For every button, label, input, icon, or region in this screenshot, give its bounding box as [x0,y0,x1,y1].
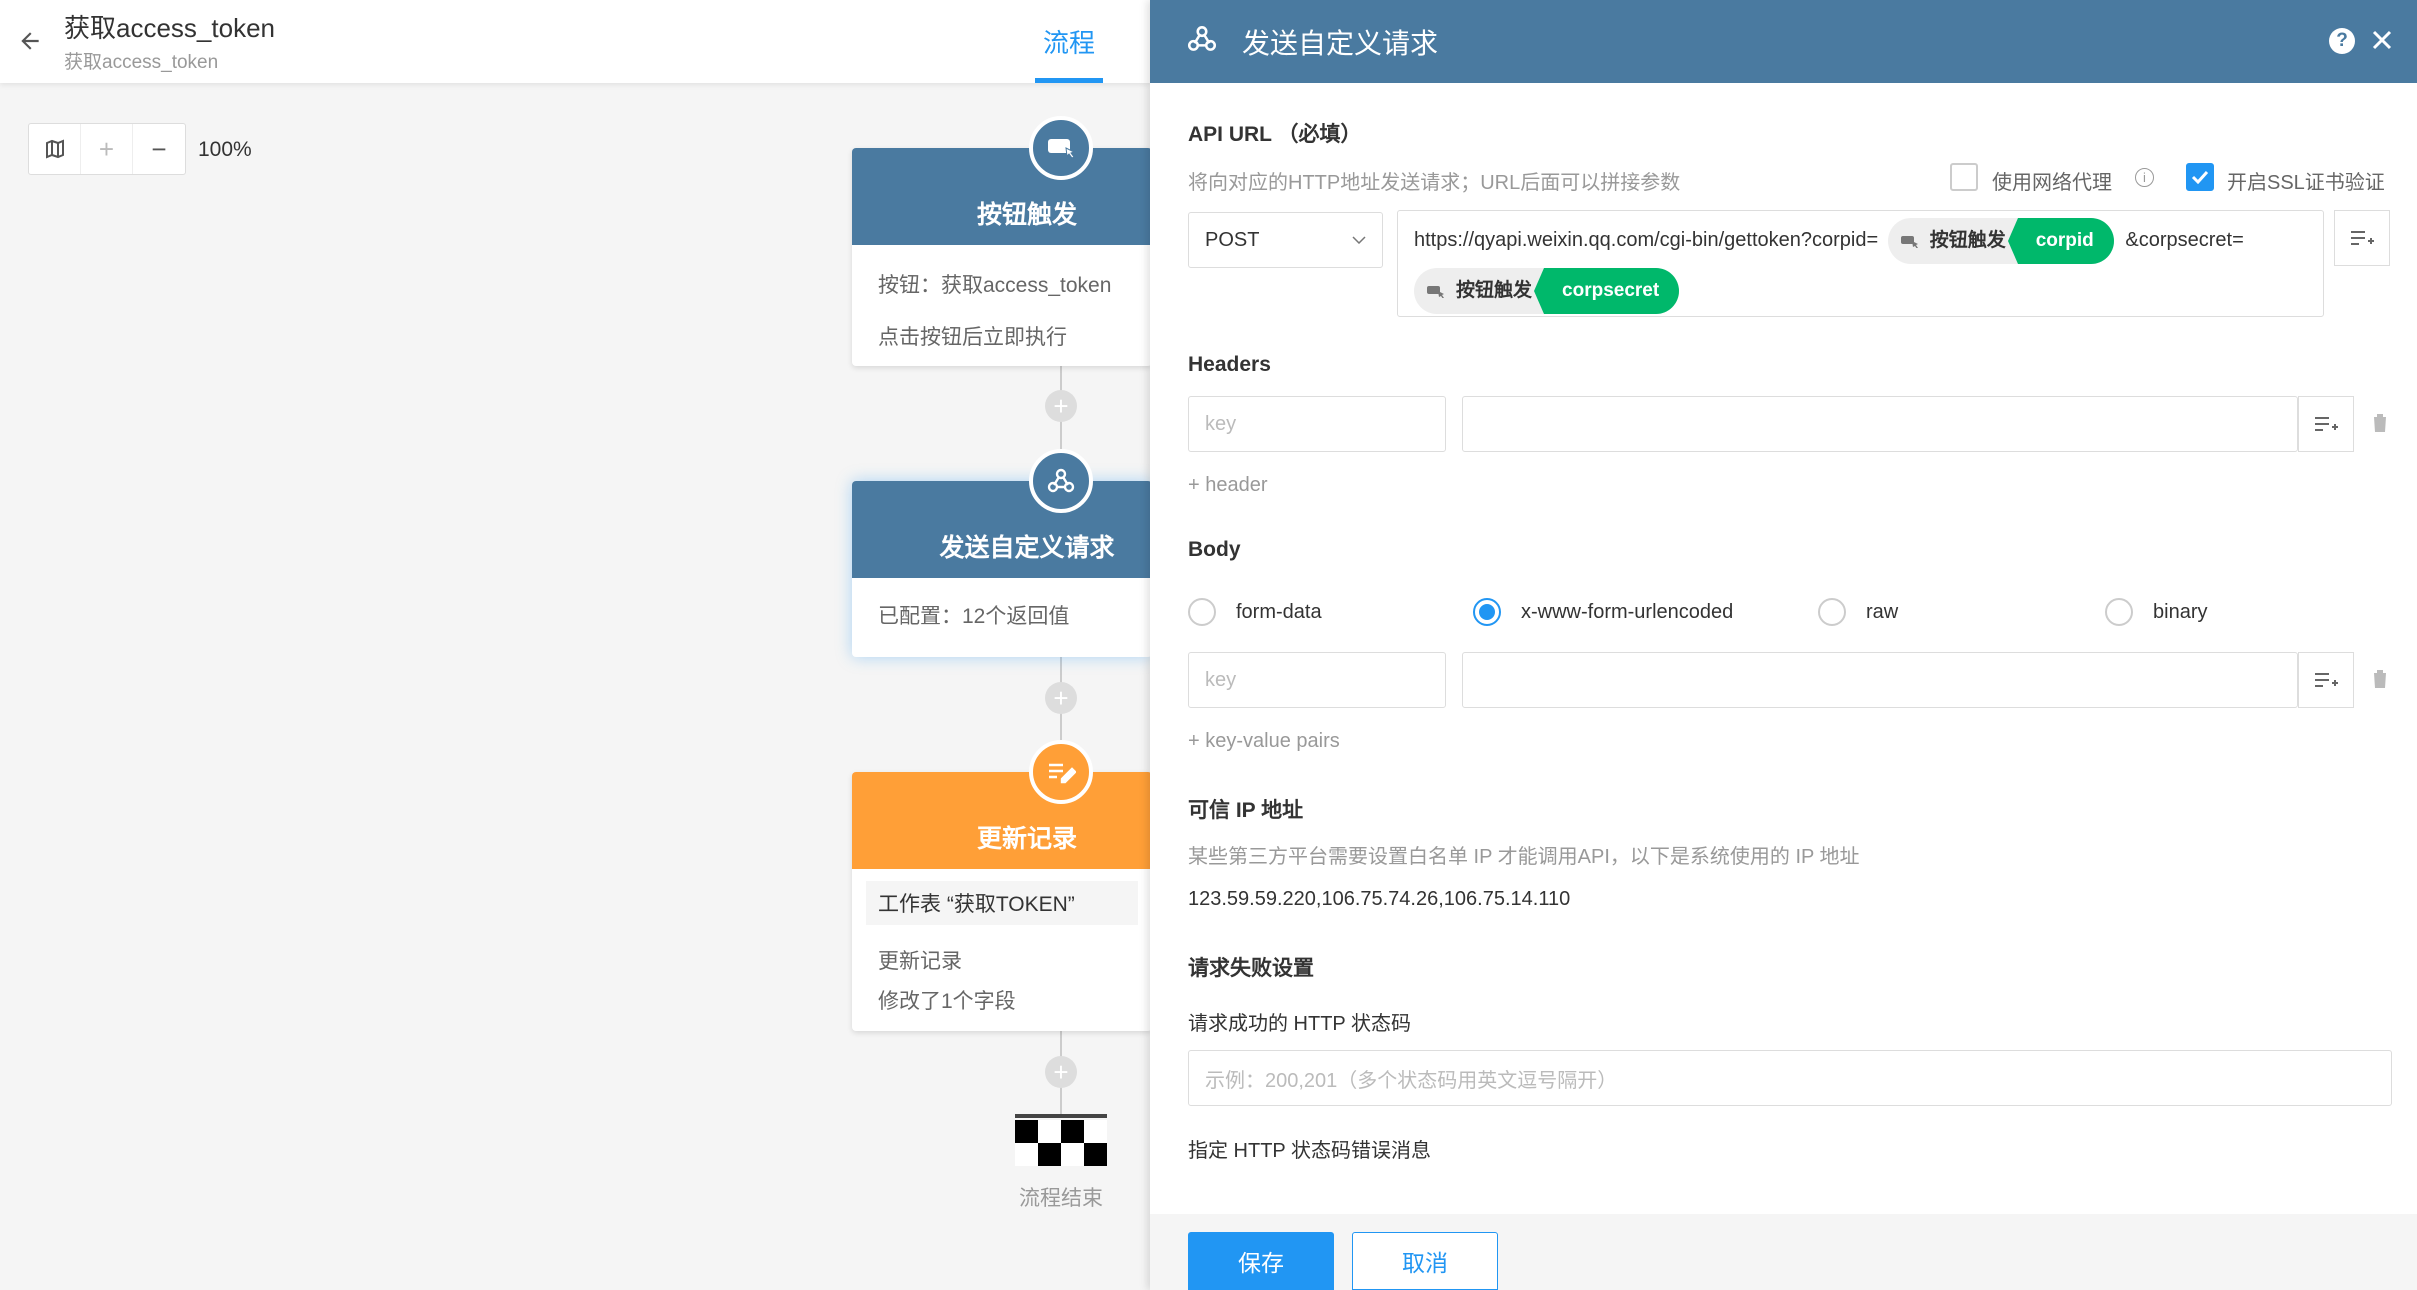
field-tag-corpid[interactable]: 按钮触发 corpid [1887,217,2114,264]
node-detail: 已配置：12个返回值 [878,605,1070,628]
method-select[interactable]: POST [1188,212,1383,268]
zoom-level: 100% [198,138,252,161]
map-icon[interactable] [29,124,81,174]
button-trigger-icon [1029,116,1093,180]
node-title: 发送自定义请求 [852,481,1152,578]
radio-button[interactable] [2105,598,2133,626]
trusted-ip-title: 可信 IP 地址 [1188,799,1304,822]
body-option-form-data[interactable]: form-data [1188,598,1322,626]
headers-title: Headers [1188,353,1271,376]
status-code-label: 请求成功的 HTTP 状态码 [1188,1013,1411,1035]
webhook-icon [1184,22,1220,61]
api-url-description: 将向对应的HTTP地址发送请求；URL后面可以拼接参数 [1188,172,1681,194]
insert-field-button[interactable] [2334,210,2390,266]
radio-label: raw [1866,600,1899,623]
workflow-title: 获取access_token [64,13,275,43]
workflow-subtitle: 获取access_token [64,52,219,73]
header-key-input[interactable]: key [1188,396,1446,452]
add-step-button[interactable]: + [1045,390,1077,422]
radio-label: binary [2153,600,2208,623]
panel-title: 发送自定义请求 [1242,27,1439,59]
button-trigger-icon [1427,285,1444,298]
add-step-button[interactable]: + [1045,682,1077,714]
flow-end-label: 流程结束 [1019,1187,1103,1210]
radio-button[interactable] [1818,598,1846,626]
back-arrow-icon[interactable] [10,21,50,61]
trusted-ip-description: 某些第三方平台需要设置白名单 IP 才能调用API，以下是系统使用的 IP 地址 [1188,846,1860,868]
fail-settings-title: 请求失败设置 [1188,957,1314,980]
webhook-icon [1029,449,1093,513]
node-title: 按钮触发 [852,148,1152,245]
proxy-checkbox[interactable] [1950,163,1978,191]
node-update-record[interactable]: 更新记录 工作表 “获取TOKEN” 更新记录 修改了1个字段 [852,772,1152,1031]
body-option-raw[interactable]: raw [1818,598,1898,626]
ssl-label: 开启SSL证书验证 [2227,172,2385,194]
body-value-input[interactable] [1462,652,2298,708]
tab-flow[interactable]: 流程 [1035,0,1103,83]
zoom-out-button[interactable]: − [133,124,185,174]
finish-flag-icon [1015,1114,1107,1166]
body-key-input[interactable]: key [1188,652,1446,708]
radio-button[interactable] [1188,598,1216,626]
insert-field-icon [2315,417,2338,431]
tag-field: corpid [2007,217,2114,264]
proxy-label: 使用网络代理 [1992,172,2112,194]
ssl-checkbox[interactable] [2186,163,2214,191]
url-input[interactable]: https://qyapi.weixin.qq.com/cgi-bin/gett… [1397,210,2324,317]
insert-field-button[interactable] [2298,396,2354,452]
api-url-title: API URL （必填） [1188,123,1362,146]
url-text: https://qyapi.weixin.qq.com/cgi-bin/gett… [1414,229,1879,251]
node-button-trigger[interactable]: 按钮触发 按钮：获取access_token 点击按钮后立即执行 [852,148,1152,366]
radio-button[interactable] [1473,598,1501,626]
save-button[interactable]: 保存 [1188,1232,1334,1290]
body-option-binary[interactable]: binary [2105,598,2207,626]
node-detail: 点击按钮后立即执行 [878,326,1067,349]
chevron-down-icon [1352,236,1366,244]
header-value-input[interactable] [1462,396,2298,452]
body-title: Body [1188,538,1241,561]
cancel-button[interactable]: 取消 [1352,1232,1498,1290]
app-header: 获取access_token 获取access_token 流程 [0,0,1150,83]
body-option-urlencoded[interactable]: x-www-form-urlencoded [1473,598,1733,626]
trusted-ip-value: 123.59.59.220,106.75.74.26,106.75.14.110 [1188,888,1571,910]
node-custom-request[interactable]: 发送自定义请求 已配置：12个返回值 [852,481,1152,657]
edit-record-icon [1029,740,1093,804]
field-tag-corpsecret[interactable]: 按钮触发 corpsecret [1414,267,1680,314]
close-icon[interactable] [2367,25,2397,55]
panel-footer: 保存 取消 [1150,1214,2417,1290]
info-icon[interactable]: i [2135,168,2154,187]
node-title: 更新记录 [852,772,1152,869]
trash-icon[interactable] [2370,412,2390,439]
trash-icon[interactable] [2370,668,2390,695]
insert-field-icon [2315,673,2338,687]
method-value: POST [1205,228,1260,251]
tag-source: 按钮触发 [1929,229,2006,251]
zoom-in-button[interactable]: + [81,124,133,174]
zoom-controls: + − [28,123,186,175]
error-message-label: 指定 HTTP 状态码错误消息 [1188,1140,1431,1162]
node-detail: 按钮：获取access_token [878,274,1112,297]
node-detail: 更新记录 [878,950,962,973]
button-trigger-icon [1900,235,1918,248]
tag-field: corpsecret [1534,267,1680,314]
help-icon[interactable]: ? [2329,28,2355,54]
insert-field-icon [2351,231,2374,245]
panel-header: 发送自定义请求 ? [1150,0,2417,83]
worksheet-label: 工作表 “获取TOKEN” [866,881,1138,925]
status-code-input[interactable]: 示例：200,201（多个状态码用英文逗号隔开） [1188,1050,2392,1106]
insert-field-button[interactable] [2298,652,2354,708]
radio-label: x-www-form-urlencoded [1521,600,1734,623]
node-detail: 修改了1个字段 [878,990,1016,1013]
radio-label: form-data [1236,600,1322,623]
tag-source: 按钮触发 [1456,279,1533,301]
custom-request-panel: 发送自定义请求 ? API URL （必填） 将向对应的HTTP地址发送请求；U… [1150,0,2417,1290]
add-header-link[interactable]: + header [1188,474,1268,497]
add-step-button[interactable]: + [1045,1056,1077,1088]
add-kv-link[interactable]: + key-value pairs [1188,730,1340,753]
url-text: &corpsecret= [2125,229,2244,251]
